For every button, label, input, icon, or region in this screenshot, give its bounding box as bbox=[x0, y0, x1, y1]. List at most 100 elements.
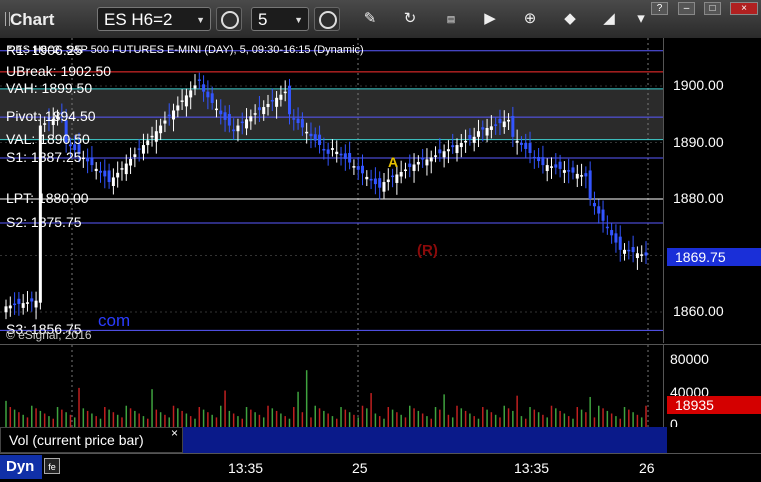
price-tick: 1900.00 bbox=[673, 77, 724, 93]
candle-body bbox=[571, 167, 575, 173]
candle-body bbox=[107, 170, 111, 183]
candle-body bbox=[588, 170, 592, 199]
price-tick: 1880.00 bbox=[673, 190, 724, 206]
volume-legend-label: Vol (current price bar) bbox=[9, 432, 144, 448]
candle-body bbox=[262, 107, 266, 115]
candle-body bbox=[631, 247, 635, 253]
candle-body bbox=[567, 170, 571, 172]
candle-body bbox=[275, 97, 279, 107]
close-button[interactable]: × bbox=[730, 2, 758, 15]
candle-body bbox=[339, 153, 343, 156]
candle-body bbox=[318, 134, 322, 146]
candle-body bbox=[614, 233, 618, 243]
time-axis[interactable]: 13:35 25 13:35 26 bbox=[0, 453, 761, 482]
candle-body bbox=[266, 103, 270, 108]
candle-body bbox=[270, 100, 274, 102]
candle-body bbox=[507, 119, 511, 122]
candle-body bbox=[421, 158, 425, 160]
chevron-down-icon[interactable]: ▼ bbox=[294, 8, 303, 32]
candle-body bbox=[352, 166, 356, 168]
candle-body bbox=[511, 115, 515, 137]
candle-body bbox=[124, 163, 128, 175]
volume-input-bar[interactable] bbox=[183, 427, 667, 453]
candle-body bbox=[562, 170, 566, 173]
candle-body bbox=[584, 173, 588, 177]
refresh-icon[interactable]: ↻ bbox=[399, 8, 421, 30]
chevron-down-icon[interactable]: ▼ bbox=[196, 8, 205, 32]
candle-body bbox=[532, 156, 536, 159]
candle-body bbox=[472, 136, 476, 143]
candle-body bbox=[163, 120, 167, 124]
volume-legend[interactable]: Vol (current price bar) × bbox=[0, 426, 183, 453]
volume-pane[interactable] bbox=[0, 344, 663, 428]
candle-body bbox=[98, 170, 102, 173]
current-price-badge: 1869.75 bbox=[667, 248, 761, 266]
minimize-button[interactable]: – bbox=[678, 2, 695, 15]
candle-body bbox=[489, 126, 493, 130]
candle-body bbox=[202, 84, 206, 92]
candle-body bbox=[189, 90, 193, 98]
candle-body bbox=[17, 298, 21, 304]
candle-body bbox=[343, 153, 347, 159]
candle-body bbox=[322, 148, 326, 151]
candle-body bbox=[103, 170, 107, 177]
tag-icon[interactable]: ◢ bbox=[598, 8, 620, 30]
candle-body bbox=[498, 118, 502, 124]
compass-icon[interactable]: ⊕ bbox=[519, 8, 541, 30]
candle-body bbox=[300, 119, 304, 128]
candle-body bbox=[580, 175, 584, 177]
candle-body bbox=[296, 118, 300, 124]
help-button[interactable]: ? bbox=[651, 2, 668, 15]
crosshair-button[interactable] bbox=[216, 7, 242, 31]
candle-body bbox=[172, 110, 176, 120]
candle-body bbox=[159, 125, 163, 134]
interval-input[interactable]: 5 ▼ bbox=[251, 7, 309, 31]
candle-body bbox=[184, 95, 188, 107]
candle-body bbox=[287, 85, 291, 115]
candle-body bbox=[627, 249, 631, 252]
candle-body bbox=[257, 107, 261, 111]
dynamic-button[interactable]: Dyn bbox=[0, 455, 42, 479]
candle-body bbox=[283, 91, 287, 94]
candle-body bbox=[373, 178, 377, 185]
candle-body bbox=[481, 127, 485, 130]
candle-body bbox=[494, 124, 498, 126]
candle-body bbox=[223, 112, 227, 120]
pencil-icon[interactable]: ✎ bbox=[359, 8, 381, 30]
level-label-lpt: LPT: 1880.00 bbox=[6, 190, 89, 206]
candle-body bbox=[391, 175, 395, 178]
settings-icon[interactable]: ▾ bbox=[630, 8, 652, 30]
candle-body bbox=[330, 148, 334, 150]
candle-body bbox=[313, 134, 317, 141]
candle-body bbox=[4, 306, 8, 313]
candle-body bbox=[464, 140, 468, 143]
interval-value: 5 bbox=[258, 10, 268, 29]
get-icon[interactable]: ▤ bbox=[440, 8, 462, 30]
price-pane[interactable] bbox=[0, 38, 663, 343]
candle-body bbox=[176, 105, 180, 111]
candle-body bbox=[90, 157, 94, 166]
time-tick: 13:35 bbox=[514, 460, 550, 476]
clock-button[interactable] bbox=[314, 7, 340, 31]
candle-body bbox=[197, 79, 201, 81]
feature-icon[interactable]: fe bbox=[44, 458, 60, 474]
eraser-icon[interactable]: ◆ bbox=[559, 8, 581, 30]
marker-r: (R) bbox=[417, 242, 438, 259]
candle-body bbox=[219, 110, 223, 115]
candle-body bbox=[253, 113, 257, 115]
candle-body bbox=[446, 149, 450, 152]
maximize-button[interactable]: □ bbox=[704, 2, 721, 15]
copyright: © eSignal, 2016 bbox=[6, 328, 92, 342]
level-label-pivot: Pivot: 1894.50 bbox=[6, 108, 96, 125]
symbol-input[interactable]: ES H6=2 ▼ bbox=[97, 7, 211, 31]
candle-body bbox=[550, 166, 554, 168]
close-icon[interactable]: × bbox=[171, 426, 178, 440]
candle-body bbox=[232, 129, 236, 132]
play-icon[interactable]: ▶ bbox=[479, 8, 501, 30]
candle-body bbox=[356, 166, 360, 170]
candle-body bbox=[369, 178, 373, 181]
candle-body bbox=[245, 119, 249, 129]
current-volume-badge: 18935 bbox=[667, 396, 761, 414]
candle-body bbox=[180, 100, 184, 102]
candle-body bbox=[240, 121, 244, 124]
